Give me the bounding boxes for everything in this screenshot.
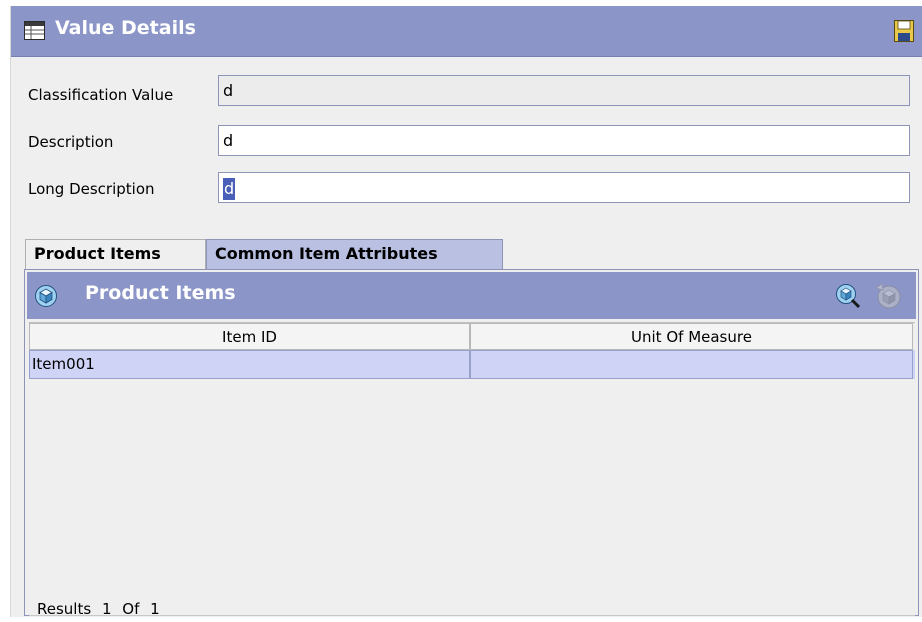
- long-description-value: d: [223, 177, 236, 200]
- item-disabled-icon: [874, 283, 901, 309]
- results-total: 1: [150, 600, 160, 618]
- tab-product-items[interactable]: Product Items: [25, 239, 206, 269]
- value-details-window: Value Details Classification Value d Des…: [10, 6, 922, 618]
- panel-title: Product Items: [85, 282, 236, 304]
- cell-unit-of-measure: [470, 350, 913, 379]
- product-items-panel: Product Items Item ID Unit Of Measure It…: [24, 269, 919, 618]
- cell-item-id: Item001: [29, 350, 470, 379]
- classification-value-field: d: [218, 75, 910, 106]
- classification-value-label: Classification Value: [28, 86, 174, 104]
- description-label: Description: [28, 133, 114, 151]
- column-header-item-id[interactable]: Item ID: [29, 323, 470, 350]
- long-description-field[interactable]: d: [218, 172, 910, 203]
- long-description-label: Long Description: [28, 180, 155, 198]
- title-bar: Value Details: [11, 6, 922, 57]
- results-summary: Results 1 Of 1: [37, 600, 166, 618]
- window-title: Value Details: [55, 17, 196, 39]
- table-row[interactable]: Item001: [29, 350, 915, 379]
- column-header-unit-of-measure[interactable]: Unit Of Measure: [470, 323, 913, 350]
- description-field[interactable]: d: [218, 125, 910, 156]
- table-header: Item ID Unit Of Measure: [29, 323, 915, 350]
- product-items-table: Item ID Unit Of Measure Item001: [29, 322, 915, 616]
- save-icon[interactable]: [894, 20, 914, 42]
- table-icon: [24, 21, 45, 40]
- tab-common-item-attributes[interactable]: Common Item Attributes: [206, 239, 503, 269]
- find-item-icon[interactable]: [835, 283, 861, 309]
- results-of-label: Of: [122, 600, 140, 618]
- cube-icon: [35, 285, 57, 307]
- results-label: Results: [37, 600, 92, 618]
- results-current: 1: [101, 600, 112, 618]
- panel-header: Product Items: [27, 272, 916, 319]
